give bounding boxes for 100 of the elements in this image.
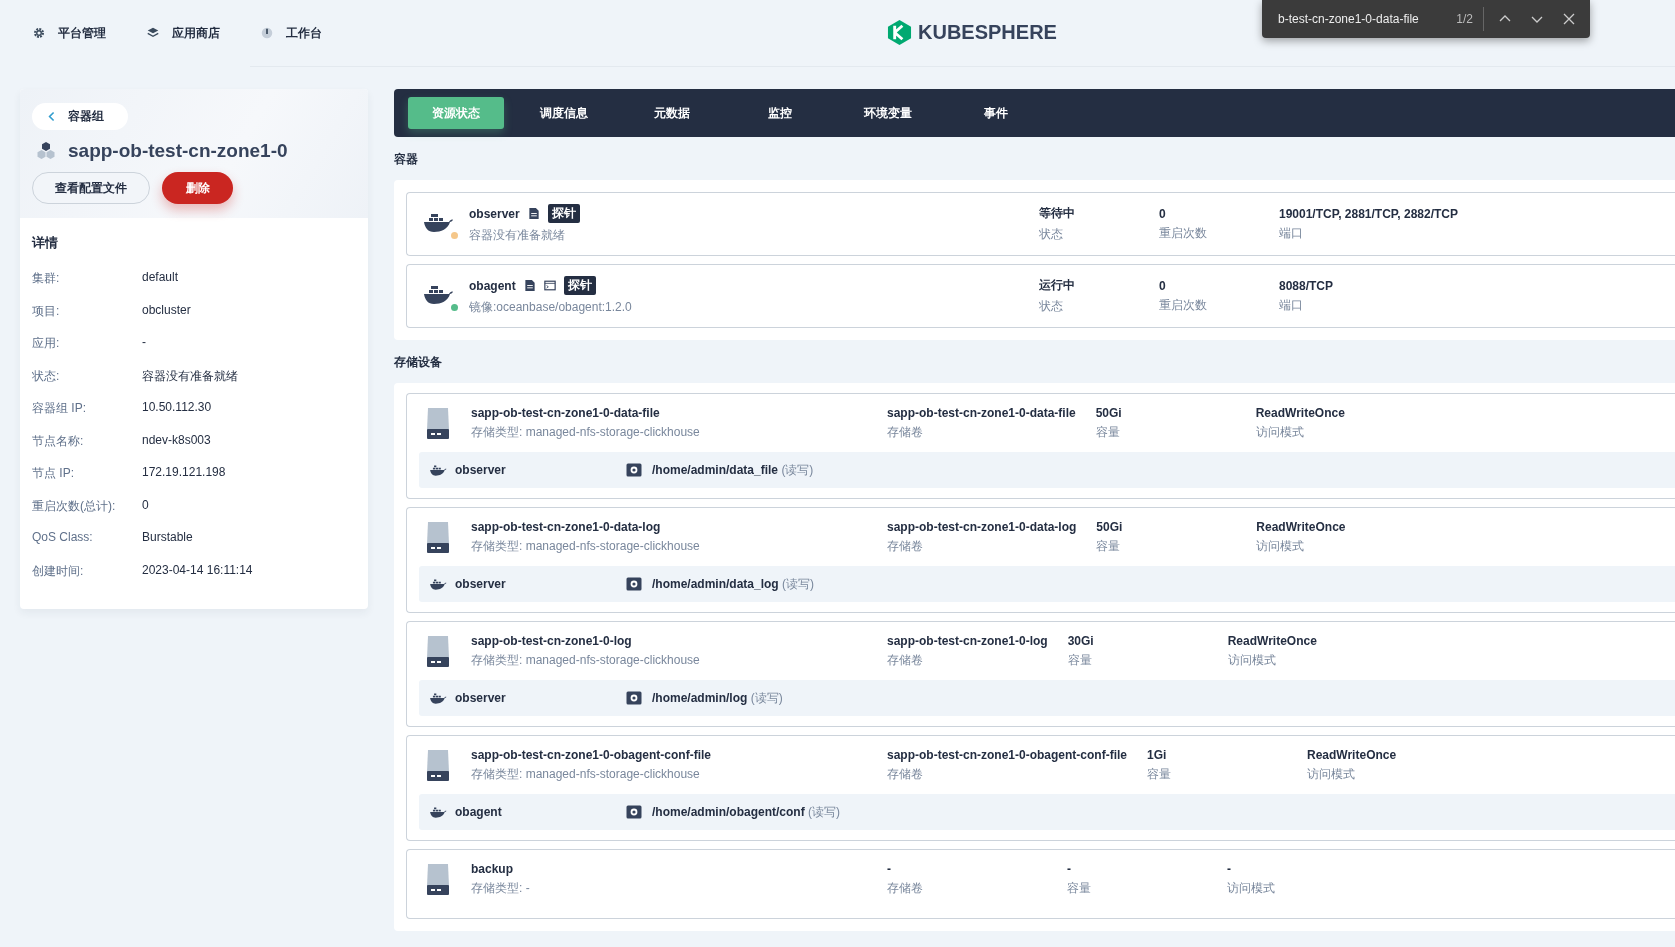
disk-icon — [425, 406, 451, 440]
detail-value: 10.50.112.30 — [142, 400, 212, 416]
nav-link[interactable]: 工作台 — [260, 24, 322, 42]
container-name: obagent — [469, 278, 516, 293]
disk-icon — [425, 634, 451, 668]
section-title: 容器 — [394, 151, 419, 168]
detail-label: 节点名称: — [32, 432, 85, 450]
detail-value: Burstable — [142, 530, 193, 546]
disk-icon — [425, 862, 451, 896]
volume-card[interactable]: sapp-ob-test-cn-zone1-0-obagent-conf-file 存储类型: managed-nfs-storage-clickhouse sapp-ob-test-cn-zone1-0-obagent-conf-file 存储卷 1Gi 容量 ReadWriteOnce 访问模式 obagent /home/admin/obagent/conf (读写) — [406, 735, 1675, 841]
capacity-label: 容量 — [1147, 765, 1172, 783]
mount-icon — [626, 577, 642, 591]
mount-container: observer — [455, 577, 626, 591]
volume-card[interactable]: backup 存储类型: - - 存储卷 - 容量 - 访问模式 — [406, 849, 1675, 919]
volume-name: sapp-ob-test-cn-zone1-0-data-file — [887, 405, 1076, 420]
docker-icon — [429, 577, 447, 591]
access-mode-label: 访问模式 — [1227, 879, 1275, 897]
capacity-value: 1Gi — [1147, 747, 1168, 762]
detail-label: 项目: — [32, 302, 61, 320]
volume-name: sapp-ob-test-cn-zone1-0-data-log — [887, 519, 1077, 534]
restart-count: 0 — [1159, 278, 1167, 293]
detail-value: 容器没有准备就绪 — [142, 367, 238, 385]
detail-label: 节点 IP: — [32, 465, 75, 482]
status-value: 运行中 — [1039, 277, 1076, 294]
restart-label: 重启次数 — [1159, 296, 1208, 314]
volume-claim-name: backup — [471, 861, 514, 876]
detail-value: obcluster — [142, 302, 191, 319]
volume-label: 存储卷 — [887, 765, 924, 783]
nav-link[interactable]: 平台管理 — [32, 24, 106, 42]
status-value: 等待中 — [1039, 205, 1076, 222]
detail-label: 状态: — [32, 367, 61, 385]
detail-label: 应用: — [32, 335, 61, 352]
restart-label: 重启次数 — [1159, 224, 1208, 242]
section-title: 存储设备 — [394, 354, 443, 371]
access-mode: ReadWriteOnce — [1255, 405, 1345, 420]
access-mode-label: 访问模式 — [1256, 537, 1306, 555]
back-button[interactable]: 容器组 — [32, 103, 128, 130]
volume-name: sapp-ob-test-cn-zone1-0-obagent-conf-file — [887, 747, 1127, 762]
tab[interactable]: 监控 — [732, 97, 828, 129]
access-mode-label: 访问模式 — [1255, 423, 1305, 441]
delete-button[interactable]: 删除 — [162, 172, 233, 204]
status-label: 状态 — [1039, 226, 1064, 243]
mount-path: /home/admin/log (读写) — [652, 689, 783, 707]
tab[interactable]: 元数据 — [624, 97, 720, 129]
capacity-label: 容量 — [1095, 423, 1121, 441]
mount-path: /home/admin/obagent/conf (读写) — [652, 803, 840, 821]
mount-icon — [626, 805, 642, 819]
mount-path: /home/admin/data_log (读写) — [652, 575, 815, 593]
capacity-label: 容量 — [1067, 651, 1093, 669]
pod-icon — [36, 141, 56, 161]
volume-claim-name: sapp-ob-test-cn-zone1-0-data-log — [471, 519, 662, 534]
gear-icon — [32, 26, 46, 40]
access-mode: ReadWriteOnce — [1227, 633, 1317, 648]
restart-count: 0 — [1159, 206, 1167, 221]
volume-card[interactable]: sapp-ob-test-cn-zone1-0-data-file 存储类型: managed-nfs-storage-clickhouse sapp-ob-test-cn-zone1-0-data-file 存储卷 50Gi 容量 ReadWriteOnce 访问模式 observer /home/admin/data_file (读写) — [406, 393, 1675, 499]
file-icon[interactable] — [527, 207, 540, 220]
container-name: observer — [469, 206, 520, 221]
terminal-icon[interactable] — [543, 279, 556, 292]
status-label: 状态 — [1039, 298, 1064, 315]
mount-container: observer — [455, 463, 626, 477]
volume-name: sapp-ob-test-cn-zone1-0-log — [887, 633, 1048, 648]
storage-class: 存储类型: managed-nfs-storage-clickhouse — [471, 537, 701, 555]
storage-class: 存储类型: managed-nfs-storage-clickhouse — [471, 765, 701, 783]
container-info: 容器没有准备就绪 — [469, 227, 566, 244]
mount-container: obagent — [455, 805, 626, 819]
match-count: 1/2 — [1456, 12, 1473, 26]
mount-path: /home/admin/data_file (读写) — [652, 461, 814, 479]
volume-label: 存储卷 — [887, 537, 924, 555]
ports-value: 19001/TCP, 2881/TCP, 2882/TCP — [1279, 206, 1458, 221]
storage-class: 存储类型: - — [471, 879, 531, 897]
detail-value: 0 — [142, 497, 149, 514]
detail-label: 重启次数(总计): — [32, 497, 117, 515]
access-mode-label: 访问模式 — [1307, 765, 1356, 783]
volume-label: 存储卷 — [887, 423, 924, 441]
volume-claim-name: sapp-ob-test-cn-zone1-0-log — [471, 633, 633, 648]
tab[interactable]: 调度信息 — [516, 97, 612, 129]
detail-label: 创建时间: — [32, 562, 85, 580]
ports-value: 8088/TCP — [1279, 278, 1334, 293]
detail-value: - — [142, 335, 146, 351]
mount-icon — [626, 691, 642, 705]
section-title: 详情 — [32, 234, 59, 252]
access-mode: - — [1227, 861, 1232, 876]
file-icon[interactable] — [523, 279, 536, 292]
container-row[interactable]: obagent 探针 镜像:oceanbase/obagent:1.2.0 运行中 状态 0 重启次数 8088/TCP 端口 — [406, 264, 1675, 328]
access-mode-label: 访问模式 — [1227, 651, 1277, 669]
volume-card[interactable]: sapp-ob-test-cn-zone1-0-data-log 存储类型: managed-nfs-storage-clickhouse sapp-ob-test-cn-zone1-0-data-log 存储卷 50Gi 容量 ReadWriteOnce 访问模式 observer /home/admin/data_log (读写) — [406, 507, 1675, 613]
find-query[interactable]: b-test-cn-zone1-0-data-file — [1278, 12, 1447, 26]
container-info: 镜像:oceanbase/obagent:1.2.0 — [469, 299, 633, 316]
close-icon[interactable] — [1562, 12, 1576, 26]
logo-text: KUBESPHERE — [918, 21, 1057, 44]
volume-name: - — [887, 861, 892, 876]
tab[interactable]: 事件 — [948, 97, 1044, 129]
container-row[interactable]: observer 探针 容器没有准备就绪 等待中 状态 0 重启次数 19001/TCP, 2881/TCP, 2882/TCP 端口 — [406, 192, 1675, 256]
tab[interactable]: 环境变量 — [840, 97, 936, 129]
detail-value: 2023-04-14 16:11:14 — [142, 562, 253, 579]
nav-link[interactable]: 应用商店 — [146, 24, 220, 42]
volume-card[interactable]: sapp-ob-test-cn-zone1-0-log 存储类型: managed-nfs-storage-clickhouse sapp-ob-test-cn-zone1-0-log 存储卷 30Gi 容量 ReadWriteOnce 访问模式 observer /home/admin/log (读写) — [406, 621, 1675, 727]
view-config-button[interactable]: 查看配置文件 — [32, 172, 150, 204]
capacity-value: - — [1067, 861, 1072, 876]
capacity-value: 50Gi — [1096, 519, 1124, 534]
